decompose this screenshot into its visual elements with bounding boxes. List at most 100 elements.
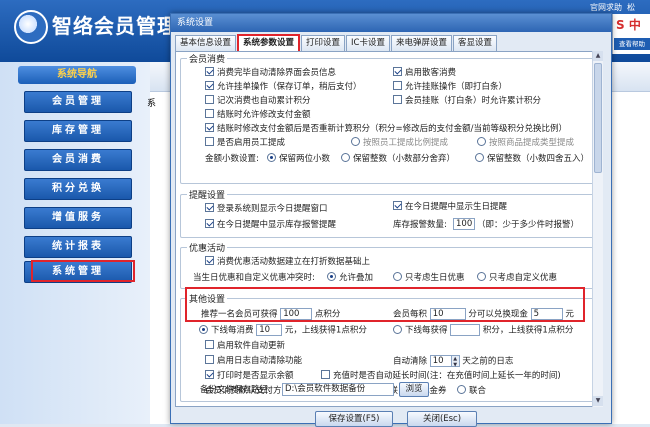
checkbox-icon bbox=[205, 123, 214, 132]
promo-group: 优惠活动 消费优惠活动数据建立在打折数据基础上 当生日优惠和自定义优惠冲突时: … bbox=[180, 241, 596, 289]
radio-icon bbox=[351, 137, 360, 146]
checkbox-icon bbox=[205, 219, 214, 228]
radio-birthday-only[interactable]: 只考虑生日优惠 bbox=[393, 272, 465, 284]
cb-edit-amount[interactable]: 结账时允许修改支付金额 bbox=[205, 109, 311, 121]
cb-promo-discount[interactable]: 消费优惠活动数据建立在打折数据基础上 bbox=[205, 256, 370, 268]
scroll-up-icon[interactable]: ▲ bbox=[593, 51, 603, 61]
radio-commission-rate[interactable]: 按照员工提成比例提成 bbox=[351, 137, 448, 149]
online-points-input[interactable] bbox=[450, 324, 481, 336]
radio-commission-type[interactable]: 按照商品提成类型提成 bbox=[477, 137, 574, 149]
cb-login-remind[interactable]: 登录系统则显示今日提醒窗口 bbox=[205, 203, 328, 215]
radio-icon bbox=[457, 385, 466, 394]
radio-pay-combined[interactable]: 联合 bbox=[457, 385, 486, 397]
remind-group-title: 提醒设置 bbox=[187, 188, 228, 201]
stock-alert-hint: （即：少于多少件时报警） bbox=[477, 220, 580, 230]
scroll-down-icon[interactable]: ▼ bbox=[593, 396, 603, 406]
cb-stock-remind[interactable]: 在今日提醒中显示库存报警提醒 bbox=[205, 219, 336, 231]
nav-reports[interactable]: 统计报表 bbox=[24, 236, 132, 258]
radio-icon bbox=[199, 324, 208, 334]
tab-panel: 会员消费 消费完毕自动清除界面会员信息 启用散客消费 允许挂单操作（保存订单，稍… bbox=[175, 51, 603, 407]
checkbox-icon bbox=[205, 95, 214, 104]
cb-count-points[interactable]: 记次消费也自动累计积分 bbox=[205, 95, 311, 107]
radio-icon bbox=[475, 153, 484, 162]
cb-print-balance[interactable]: 打印时是否显示余额 bbox=[205, 370, 294, 382]
decimal-label: 金额小数设置: bbox=[205, 154, 259, 164]
nav-value-added[interactable]: 增值服务 bbox=[24, 207, 132, 229]
nav-points-exchange[interactable]: 积分兑换 bbox=[24, 178, 132, 200]
cb-credit-points[interactable]: 会员挂账（打白条）时允许累计积分 bbox=[393, 95, 541, 107]
scrollbar[interactable]: ▲ ▼ bbox=[592, 51, 603, 407]
radio-icon bbox=[327, 272, 336, 281]
dialog-title: 系统设置 bbox=[171, 14, 611, 32]
save-settings-button[interactable]: 保存设置(F5) bbox=[315, 411, 393, 427]
cb-clear-member-info[interactable]: 消费完毕自动清除界面会员信息 bbox=[205, 67, 336, 79]
promo-group-title: 优惠活动 bbox=[187, 241, 228, 254]
checkbox-icon bbox=[205, 67, 214, 76]
nav-member-manage[interactable]: 会员管理 bbox=[24, 91, 132, 113]
consume-group-title: 会员消费 bbox=[187, 52, 228, 65]
backup-path-input[interactable]: D:\会员软件数据备份 bbox=[282, 383, 394, 396]
cb-walkin-consume[interactable]: 启用散客消费 bbox=[393, 67, 456, 79]
cb-log-clean[interactable]: 启用日志自动清除功能 bbox=[205, 355, 302, 367]
tab-print[interactable]: 打印设置 bbox=[301, 35, 346, 51]
radio-icon bbox=[341, 153, 350, 162]
highlight-box bbox=[185, 287, 585, 322]
cb-birthday-remind[interactable]: 在今日提醒中显示生日提醒 bbox=[393, 201, 507, 213]
checkbox-icon bbox=[393, 95, 402, 104]
stock-alert-label: 库存报警数量: bbox=[393, 220, 447, 230]
tab-customer-display[interactable]: 客显设置 bbox=[453, 35, 498, 51]
scroll-thumb[interactable] bbox=[594, 63, 602, 173]
app-logo-icon bbox=[14, 10, 48, 44]
auto-clean-input[interactable]: 10 bbox=[429, 355, 452, 367]
remind-group: 提醒设置 登录系统则显示今日提醒窗口 在今日提醒中显示生日提醒 在今日提醒中显示… bbox=[180, 188, 596, 238]
radio-icon bbox=[477, 272, 486, 281]
auto-clean-row: 自动清除 10 ▲ ▼ 天之前的日志 bbox=[393, 355, 514, 368]
radio-allow-overlap[interactable]: 允许叠加 bbox=[327, 272, 373, 284]
checkbox-icon bbox=[205, 370, 214, 379]
radio-icon bbox=[267, 153, 276, 162]
cb-credit[interactable]: 允许挂账操作（即打白条） bbox=[393, 81, 507, 93]
stock-alert-input[interactable]: 100 bbox=[453, 218, 475, 230]
checkbox-icon bbox=[205, 203, 214, 212]
workspace-label: 系 bbox=[147, 99, 157, 109]
tab-caller-popup[interactable]: 来电弹屏设置 bbox=[391, 35, 453, 51]
checkbox-icon bbox=[205, 137, 214, 146]
radio-decimal-floor[interactable]: 保留整数（小数部分舍弃） bbox=[341, 153, 455, 165]
browse-button[interactable]: 浏览 bbox=[399, 382, 429, 397]
cb-extend-time[interactable]: 充值时是否自动延长时间(注：在充值时间上延长一年的时间) bbox=[321, 370, 561, 382]
radio-icon bbox=[477, 137, 486, 146]
close-button[interactable]: 关闭(Esc) bbox=[407, 411, 477, 427]
checkbox-icon bbox=[393, 81, 402, 90]
checkbox-icon bbox=[205, 256, 214, 265]
promo-overlap-label: 当生日优惠和自定义优惠冲突时: bbox=[193, 273, 315, 283]
tab-system-params[interactable]: 系统参数设置 bbox=[237, 34, 301, 51]
nav-member-consume[interactable]: 会员消费 bbox=[24, 149, 132, 171]
checkbox-icon bbox=[205, 81, 214, 90]
radio-decimal-two[interactable]: 保留两位小数 bbox=[267, 153, 330, 165]
checkbox-icon bbox=[205, 340, 214, 349]
checkbox-icon bbox=[321, 370, 330, 379]
radio-icon bbox=[393, 324, 402, 334]
view-help-button[interactable]: 查看帮助 bbox=[614, 38, 650, 50]
radio-online-consume[interactable]: 下线每消费 10 元，上线获得1点积分 bbox=[199, 324, 367, 337]
checkbox-icon bbox=[205, 355, 214, 364]
stock-alert-field[interactable]: 100 bbox=[453, 218, 475, 231]
cb-hold-order[interactable]: 允许挂单操作（保存订单，稍后支付） bbox=[205, 81, 362, 93]
cb-staff-commission[interactable]: 是否启用员工提成 bbox=[205, 137, 285, 149]
online-consume-input[interactable]: 10 bbox=[256, 324, 283, 336]
cb-auto-update[interactable]: 启用软件自动更新 bbox=[205, 340, 285, 352]
tab-ic-card[interactable]: IC卡设置 bbox=[346, 35, 390, 51]
chevron-down-icon[interactable]: ▲ ▼ bbox=[451, 355, 460, 368]
top-link[interactable]: 松 bbox=[627, 2, 635, 13]
consume-group: 会员消费 消费完毕自动清除界面会员信息 启用散客消费 允许挂单操作（保存订单，稍… bbox=[180, 52, 596, 184]
radio-online-points[interactable]: 下线每获得 积分，上线获得1点积分 bbox=[393, 324, 573, 337]
tab-basic-info[interactable]: 基本信息设置 bbox=[175, 35, 237, 51]
nav-stock-manage[interactable]: 库存管理 bbox=[24, 120, 132, 142]
cb-recalc-points[interactable]: 结账时修改支付金额后是否重新计算积分（积分=修改后的支付金额/当前等级积分兑换比… bbox=[205, 123, 567, 135]
radio-custom-only[interactable]: 只考虑自定义优惠 bbox=[477, 272, 557, 284]
tab-bar: 基本信息设置 系统参数设置 打印设置 IC卡设置 来电弹屏设置 客显设置 bbox=[175, 34, 498, 51]
help-link[interactable]: 官网求助 bbox=[590, 2, 622, 13]
sidebar-title: 系统导航 bbox=[18, 66, 136, 84]
backup-label: 备份文件保存路径: bbox=[200, 385, 271, 395]
radio-decimal-round[interactable]: 保留整数（小数四舍五入） bbox=[475, 153, 589, 165]
